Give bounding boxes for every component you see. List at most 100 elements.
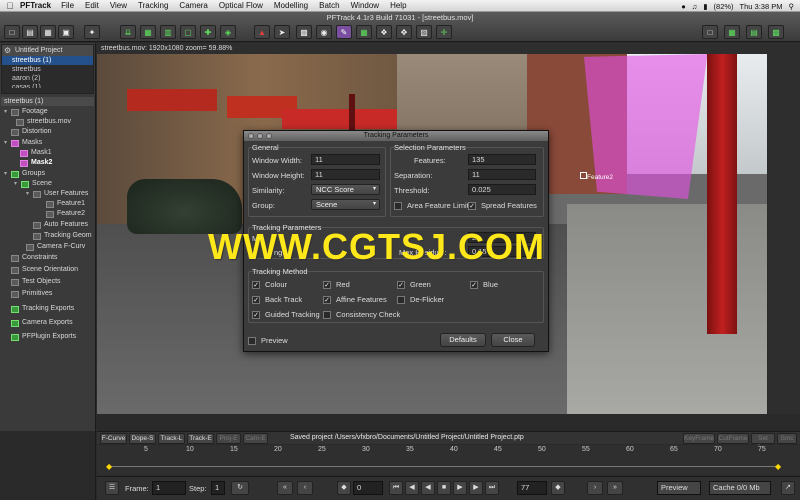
keyframe-button[interactable]: KeyFrame <box>683 433 715 444</box>
menu-help[interactable]: Help <box>390 1 406 10</box>
de-flicker-checkbox[interactable]: De-Flicker <box>397 295 444 304</box>
timeline[interactable]: 5 10 15 20 25 30 35 40 45 50 55 60 65 70… <box>97 445 800 475</box>
menu-tracking[interactable]: Tracking <box>138 1 168 10</box>
threshold-field[interactable]: 0.025 <box>468 184 536 195</box>
affine-features-checkbox[interactable]: ✓ Affine Features <box>323 295 387 304</box>
tree-node-clip[interactable]: streetbus.mov <box>16 117 71 127</box>
frame-field[interactable]: 1 <box>152 481 186 495</box>
colour-checkbox[interactable]: ✓ Colour <box>252 280 287 289</box>
orient-tool-icon[interactable]: ❖ <box>376 25 392 39</box>
axes-icon[interactable]: ✥ <box>396 25 412 39</box>
track-forward-icon[interactable]: ⇊ <box>120 25 136 39</box>
spotlight-icon[interactable]: ⚲ <box>789 2 795 11</box>
project-item-casas[interactable]: casas (1) <box>2 83 93 88</box>
tree-node-camera-fcurve[interactable]: Camera F-Curv <box>26 242 85 252</box>
minimize-dot-icon[interactable] <box>257 133 263 139</box>
cam-editor-button[interactable]: Cam-E <box>243 433 268 444</box>
track-square-icon[interactable]: ▢ <box>180 25 196 39</box>
blue-checkbox[interactable]: ✓ Blue <box>470 280 498 289</box>
menu-batch[interactable]: Batch <box>319 1 339 10</box>
fast-forward-icon[interactable]: » <box>607 481 623 495</box>
nav-forward-icon[interactable]: › <box>587 481 603 495</box>
group-select[interactable]: Scene ▾ <box>311 199 380 210</box>
preview-checkbox[interactable]: Preview <box>248 336 288 345</box>
tree-node-footage[interactable]: ▾ Footage <box>4 107 48 117</box>
guided-tracking-checkbox[interactable]: ✓ Guided Tracking <box>252 310 320 319</box>
menu-file[interactable]: File <box>61 1 74 10</box>
tree-node-distortion[interactable]: Distortion <box>4 127 52 137</box>
set-smc-button[interactable]: Set Smc <box>751 433 775 451</box>
stop-icon[interactable]: ■ <box>437 481 451 495</box>
tree-node-mask2[interactable]: Mask2 <box>20 158 52 168</box>
project-item-streetbus-1[interactable]: streetbus (1) <box>2 56 93 65</box>
proj-editor-button[interactable]: Proj-E <box>216 433 241 444</box>
cube-icon[interactable]: ▣ <box>58 25 74 39</box>
expand-icon[interactable]: ↗ <box>781 481 795 495</box>
project-item-streetbus[interactable]: streetbus <box>2 65 93 74</box>
menu-view[interactable]: View <box>110 1 127 10</box>
out-point-icon[interactable]: ◆ <box>551 481 565 495</box>
cutframe-button[interactable]: CutFrame <box>717 433 749 444</box>
spread-features-checkbox[interactable]: ✓ Spread Features <box>468 201 537 210</box>
play-reverse-icon[interactable]: ◀ <box>421 481 435 495</box>
tree-node-auto-features[interactable]: Auto Features <box>33 220 88 230</box>
green-checkbox[interactable]: ✓ Green <box>397 280 431 289</box>
play-icon[interactable]: ▶ <box>453 481 467 495</box>
start-marker-icon[interactable]: ◆ <box>106 462 112 471</box>
menu-edit[interactable]: Edit <box>85 1 99 10</box>
volume-icon[interactable]: ♫ <box>692 2 698 11</box>
loop-icon[interactable]: ↻ <box>231 481 249 495</box>
track-editor-button[interactable]: Track-E <box>187 433 214 444</box>
layout-quad-icon[interactable]: ▩ <box>768 25 784 39</box>
wand-icon[interactable]: ✦ <box>84 25 100 39</box>
plugin-icon[interactable]: ✛ <box>436 25 452 39</box>
window-icon[interactable]: ▤ <box>22 25 38 39</box>
menu-modelling[interactable]: Modelling <box>274 1 308 10</box>
layout-1-icon[interactable]: □ <box>702 25 718 39</box>
current-frame-field[interactable]: 0 <box>353 481 383 495</box>
area-feature-limit-checkbox[interactable]: Area Feature Limit <box>394 201 469 210</box>
in-point-icon[interactable]: ◆ <box>337 481 351 495</box>
dope-sheet-button[interactable]: Dope-S <box>129 433 156 444</box>
nav-back-icon[interactable]: ‹ <box>297 481 313 495</box>
track-list-button[interactable]: Track-L <box>158 433 185 444</box>
grid-icon[interactable]: ▦ <box>40 25 56 39</box>
tree-node-constraints[interactable]: Constraints <box>4 253 57 263</box>
fcurve-button[interactable]: F-Curve <box>100 433 127 444</box>
layout-split-icon[interactable]: ▤ <box>746 25 762 39</box>
apple-menu-icon[interactable]:  <box>0 1 20 11</box>
end-marker-icon[interactable]: ◆ <box>775 462 781 471</box>
layout-4-icon[interactable]: ▦ <box>724 25 740 39</box>
window-height-field[interactable]: 11 <box>311 169 380 180</box>
tree-node-tracking-geom[interactable]: Tracking Geom <box>33 231 92 241</box>
preview-select[interactable]: Preview <box>657 481 701 495</box>
clock[interactable]: Thu 3:38 PM <box>740 2 783 11</box>
close-button[interactable]: Close <box>491 333 535 347</box>
tree-node-tracking-exports[interactable]: Tracking Exports <box>4 304 74 314</box>
tree-node-test-objects[interactable]: Test Objects <box>4 277 61 287</box>
window-width-field[interactable]: 11 <box>311 154 380 165</box>
step-field[interactable]: 1 <box>211 481 225 495</box>
smc-button[interactable]: Smc <box>777 433 797 444</box>
rewind-icon[interactable]: « <box>277 481 293 495</box>
tree-node-scene-orientation[interactable]: Scene Orientation <box>4 265 78 275</box>
menu-window[interactable]: Window <box>351 1 379 10</box>
gear-icon[interactable]: ⚙ <box>4 45 11 56</box>
tree-node-groups[interactable]: ▾ Groups <box>4 169 45 179</box>
menu-camera[interactable]: Camera <box>179 1 207 10</box>
cache-select[interactable]: Cache 0/0 Mb <box>709 481 771 495</box>
close-dot-icon[interactable] <box>248 133 254 139</box>
defaults-button[interactable]: Defaults <box>440 333 486 347</box>
export-icon[interactable]: ▧ <box>416 25 432 39</box>
step-forward-icon[interactable]: ▶ <box>469 481 483 495</box>
track-diamond-icon[interactable]: ◈ <box>220 25 236 39</box>
tree-node-camera-exports[interactable]: Camera Exports <box>4 318 73 328</box>
tree-node-user-features[interactable]: ▾ User Features <box>26 189 88 199</box>
track-cross-icon[interactable]: ✚ <box>200 25 216 39</box>
menu-app-name[interactable]: PFTrack <box>20 1 51 10</box>
end-frame-field[interactable]: 77 <box>517 481 547 495</box>
menu-icon[interactable]: ☰ <box>105 481 119 495</box>
track-grid-icon[interactable]: ▦ <box>140 25 156 39</box>
zoom-dot-icon[interactable] <box>266 133 272 139</box>
similarity-select[interactable]: NCC Score ▾ <box>311 184 380 195</box>
